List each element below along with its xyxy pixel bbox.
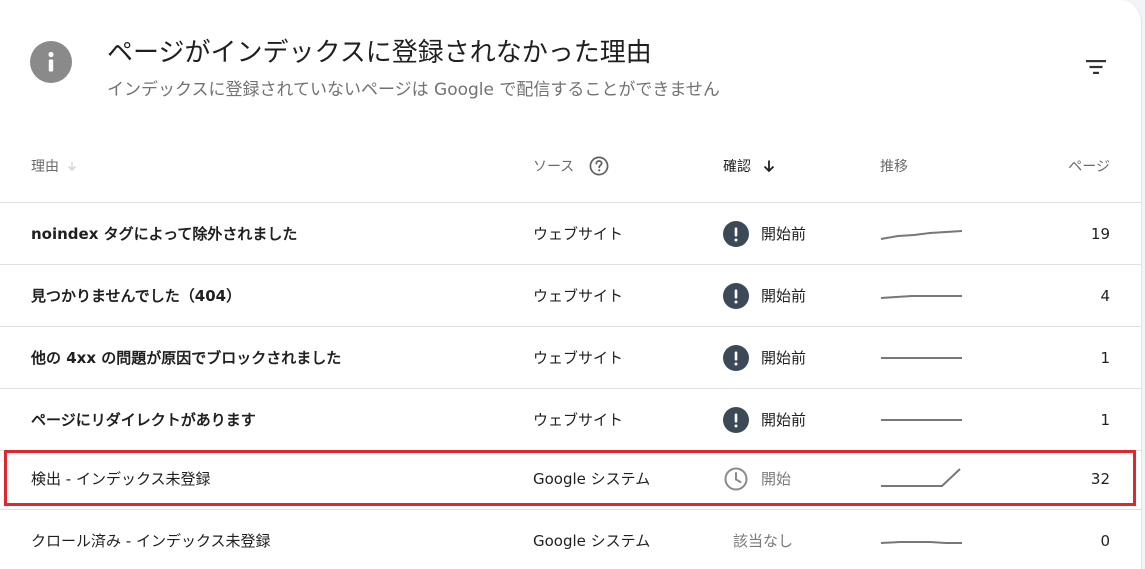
source-cell: Google システム (533, 532, 651, 550)
column-label: 推移 (880, 159, 908, 175)
info-icon (30, 41, 72, 83)
table-row[interactable]: 検出 - インデックス未登録 Google システム 開始 32 (0, 448, 1141, 510)
column-label: ページ (1068, 159, 1110, 175)
status-cell: 開始前 (723, 203, 806, 264)
source-cell: ウェブサイト (533, 225, 624, 243)
column-label: ソース (533, 159, 575, 175)
pages-count: 1 (1100, 410, 1110, 429)
table-header: 理由 ソース 確認 推移 ページ (0, 142, 1141, 203)
status-label: 開始前 (761, 411, 807, 429)
exclamation-icon (723, 220, 749, 247)
pages-count: 4 (1100, 286, 1110, 305)
pages-count: 1 (1100, 348, 1110, 367)
trend-sparkline (880, 448, 964, 509)
column-header-trend[interactable]: 推移 (880, 142, 908, 190)
status-cell: 開始 (723, 448, 791, 509)
trend-sparkline (880, 510, 964, 569)
card-subtitle: インデックスに登録されていないページは Google で配信することができません (107, 80, 720, 100)
status-cell: 開始前 (723, 389, 806, 450)
trend-sparkline (880, 327, 964, 388)
column-label: 確認 (723, 159, 751, 175)
table-row[interactable]: クロール済み - インデックス未登録 Google システム 該当なし 0 (0, 510, 1141, 569)
filter-icon (1086, 60, 1106, 74)
source-cell: Google システム (533, 470, 651, 488)
status-label: 開始 (761, 470, 792, 488)
table-row[interactable]: 見つかりませんでした（404） ウェブサイト 開始前 4 (0, 265, 1141, 327)
table-row[interactable]: noindex タグによって除外されました ウェブサイト 開始前 19 (0, 203, 1141, 265)
trend-sparkline (880, 265, 964, 326)
table-row[interactable]: 他の 4xx の問題が原因でブロックされました ウェブサイト 開始前 1 (0, 327, 1141, 389)
reason-cell: ページにリダイレクトがあります (31, 411, 256, 429)
arrow-down-icon (763, 160, 775, 173)
trend-sparkline (880, 389, 964, 450)
help-icon[interactable] (588, 155, 610, 177)
trend-sparkline (880, 203, 964, 264)
status-cell: 該当なし (733, 510, 793, 569)
status-label: 開始前 (761, 349, 807, 367)
reason-cell: 他の 4xx の問題が原因でブロックされました (31, 349, 342, 367)
pages-count: 32 (1090, 469, 1110, 488)
reason-cell: 検出 - インデックス未登録 (31, 470, 211, 488)
status-cell: 開始前 (723, 265, 806, 326)
column-header-reason[interactable]: 理由 (31, 142, 79, 190)
pages-count: 19 (1090, 224, 1110, 243)
sort-hint-icon (67, 162, 77, 172)
column-header-source[interactable]: ソース (533, 142, 610, 190)
column-header-pages[interactable]: ページ (1068, 142, 1110, 190)
source-cell: ウェブサイト (533, 349, 624, 367)
source-cell: ウェブサイト (533, 287, 624, 305)
exclamation-icon (723, 282, 749, 309)
pages-count: 0 (1100, 531, 1110, 550)
not-indexed-reasons-card: ページがインデックスに登録されなかった理由 インデックスに登録されていないページ… (0, 0, 1142, 569)
status-label: 開始前 (761, 287, 807, 305)
card-title: ページがインデックスに登録されなかった理由 (107, 38, 652, 68)
filter-button[interactable] (1080, 51, 1112, 83)
status-label: 該当なし (733, 532, 794, 550)
status-label: 開始前 (761, 225, 807, 243)
table-row[interactable]: ページにリダイレクトがあります ウェブサイト 開始前 1 (0, 389, 1141, 451)
column-header-confirm[interactable]: 確認 (723, 142, 777, 190)
exclamation-icon (723, 344, 749, 371)
reason-cell: クロール済み - インデックス未登録 (31, 532, 271, 550)
status-cell: 開始前 (723, 327, 806, 388)
reason-cell: 見つかりませんでした（404） (31, 287, 242, 305)
source-cell: ウェブサイト (533, 411, 624, 429)
reason-cell: noindex タグによって除外されました (31, 225, 298, 243)
column-label: 理由 (31, 159, 59, 175)
exclamation-icon (723, 406, 749, 433)
clock-icon (724, 467, 748, 490)
